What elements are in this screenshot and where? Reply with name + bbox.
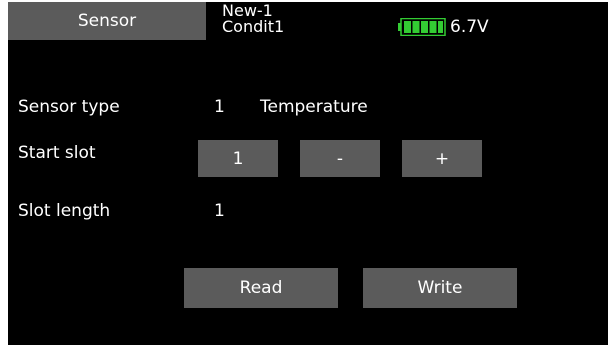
sensor-type-name[interactable]: Temperature [260,97,368,117]
read-button-label: Read [239,278,283,298]
write-button[interactable]: Write [363,268,517,308]
start-slot-label: Start slot [18,143,96,163]
battery-full-icon [398,18,446,36]
decrement-label: - [336,148,344,169]
sensor-type-number: 1 [214,97,225,117]
start-slot-value-button[interactable]: 1 [198,140,278,177]
battery-voltage: 6.7V [450,17,489,37]
write-button-label: Write [417,278,463,298]
start-slot-decrement-button[interactable]: - [300,140,380,177]
screen-title: Sensor [77,11,137,31]
slot-length-label: Slot length [18,201,111,221]
condition-name: Condit1 [222,17,285,36]
start-slot-increment-button[interactable]: + [402,140,482,177]
increment-label: + [434,148,450,169]
read-button[interactable]: Read [184,268,338,308]
start-slot-value: 1 [232,148,244,169]
screen-title-tab[interactable]: Sensor [8,2,206,40]
sensor-screen: Sensor New-1 Condit1 6.7V Sensor type 1 … [8,2,608,345]
slot-length-value: 1 [214,201,225,221]
sensor-type-label: Sensor type [18,97,120,117]
